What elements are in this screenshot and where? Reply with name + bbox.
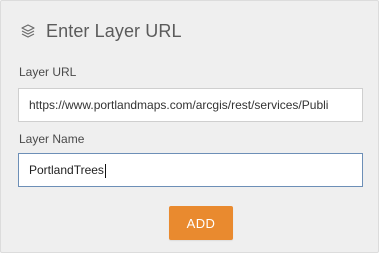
enter-layer-url-panel: Enter Layer URL Layer URL https://www.po… bbox=[0, 0, 379, 253]
layer-url-label: Layer URL bbox=[19, 65, 77, 79]
panel-title: Enter Layer URL bbox=[46, 20, 182, 41]
layers-icon bbox=[20, 23, 36, 39]
layer-url-input[interactable]: https://www.portlandmaps.com/arcgis/rest… bbox=[18, 88, 363, 122]
layer-name-label: Layer Name bbox=[19, 132, 85, 146]
layer-url-value: https://www.portlandmaps.com/arcgis/rest… bbox=[29, 98, 329, 112]
panel-header: Enter Layer URL bbox=[20, 18, 182, 44]
add-button[interactable]: ADD bbox=[169, 206, 233, 240]
text-caret bbox=[104, 163, 106, 178]
layer-name-input[interactable]: PortlandTrees bbox=[18, 153, 363, 187]
layer-name-value: PortlandTrees bbox=[29, 163, 104, 177]
